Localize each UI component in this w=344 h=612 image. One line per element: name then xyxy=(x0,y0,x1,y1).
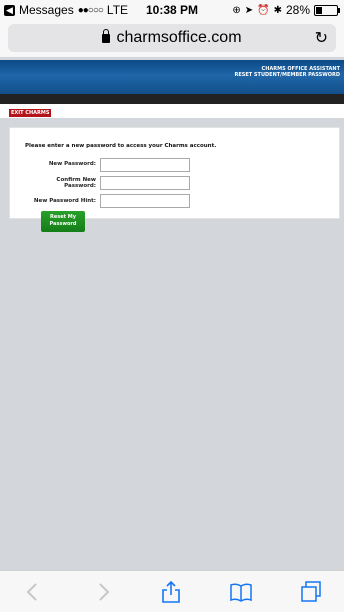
battery-percent: 28% xyxy=(285,3,310,17)
bluetooth-icon: ✱ xyxy=(273,4,282,16)
new-password-input[interactable] xyxy=(100,158,190,172)
banner-text: CHARMS OFFICE ASSISTANT RESET STUDENT/ME… xyxy=(235,66,341,78)
password-hint-input[interactable] xyxy=(100,194,190,208)
url-display[interactable]: charmsoffice.com xyxy=(8,29,336,47)
url-text[interactable]: charmsoffice.com xyxy=(116,29,241,46)
confirm-label-line-2: Password: xyxy=(64,183,96,189)
location-icon: ➤ xyxy=(244,4,254,16)
alarm-icon: ⏰ xyxy=(257,4,270,16)
bookmarks-icon[interactable] xyxy=(230,581,252,603)
status-bar: ◀ Messages ●●○○○ LTE 10:38 PM ⊕ ➤ ⏰ ✱ 28… xyxy=(0,0,344,20)
forward-icon[interactable] xyxy=(92,581,114,603)
confirm-password-input[interactable] xyxy=(100,176,190,190)
status-right: ⊕ ➤ ⏰ ✱ 28% xyxy=(232,3,340,17)
browser-toolbar xyxy=(0,570,344,612)
password-hint-label: New Password Hint: xyxy=(33,198,96,204)
share-icon[interactable] xyxy=(160,581,182,603)
nav-strip xyxy=(0,104,344,118)
battery-icon xyxy=(314,4,340,16)
lock-icon xyxy=(102,29,111,43)
confirm-password-label: Confirm New Password: xyxy=(0,177,96,189)
battery-fill xyxy=(316,6,322,14)
site-banner: CHARMS OFFICE ASSISTANT RESET STUDENT/ME… xyxy=(0,60,344,94)
reset-button-line-1: Reset My xyxy=(50,214,76,220)
reload-icon[interactable]: ↻ xyxy=(315,28,328,48)
reset-password-button[interactable]: Reset My Password xyxy=(41,211,85,232)
new-password-label: New Password: xyxy=(48,161,96,167)
form-prompt: Please enter a new password to access yo… xyxy=(25,143,217,149)
reset-button-line-2: Password xyxy=(49,221,77,227)
exit-charms-button[interactable]: EXIT CHARMS xyxy=(9,109,52,117)
address-bar-area: charmsoffice.com ↻ xyxy=(0,20,344,57)
address-bar[interactable]: charmsoffice.com ↻ xyxy=(8,24,336,52)
tabs-icon[interactable] xyxy=(300,581,322,603)
battery-tip xyxy=(338,7,340,13)
lock-rotation-icon: ⊕ xyxy=(232,4,241,16)
banner-shadow-bar xyxy=(0,94,344,104)
banner-line-2: RESET STUDENT/MEMBER PASSWORD xyxy=(234,72,341,78)
back-icon[interactable] xyxy=(22,581,44,603)
